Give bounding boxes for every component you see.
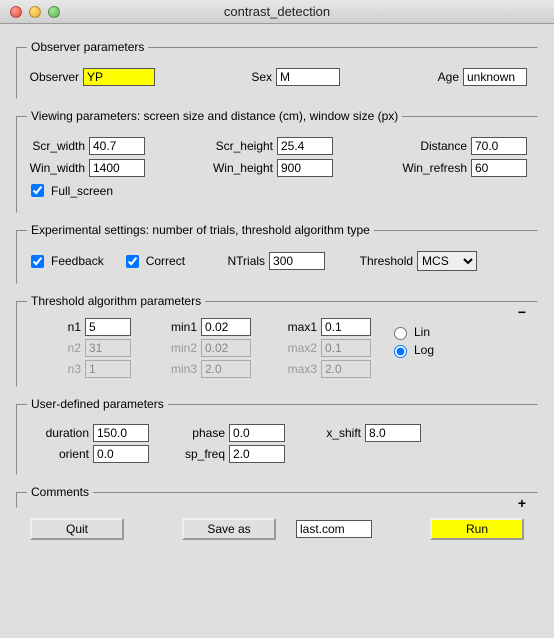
- win-width-label: Win_width: [27, 161, 89, 175]
- feedback-checkbox-input[interactable]: [31, 255, 44, 268]
- thresh-params-legend: Threshold algorithm parameters: [27, 294, 205, 308]
- max3-input: [321, 360, 371, 378]
- feedback-checkbox[interactable]: Feedback: [27, 252, 104, 271]
- min3-input: [201, 360, 251, 378]
- window-body: Observer parameters Observer Sex Age Vie…: [0, 24, 554, 638]
- n3-label: n3: [51, 362, 85, 376]
- min2-input: [201, 339, 251, 357]
- filename-input[interactable]: [296, 520, 372, 538]
- threshold-select[interactable]: MCS: [417, 251, 477, 271]
- distance-label: Distance: [399, 139, 471, 153]
- log-radio-input[interactable]: [394, 345, 407, 358]
- full-screen-checkbox[interactable]: Full_screen: [27, 181, 113, 200]
- xshift-label: x_shift: [315, 426, 365, 440]
- minimize-window-button[interactable]: [29, 6, 41, 18]
- n2-label: n2: [51, 341, 85, 355]
- phase-input[interactable]: [229, 424, 285, 442]
- ntrials-label: NTrials: [221, 254, 269, 268]
- age-input[interactable]: [463, 68, 527, 86]
- viewing-legend: Viewing parameters: screen size and dist…: [27, 109, 402, 123]
- max2-label: max2: [279, 341, 321, 355]
- zoom-window-button[interactable]: [48, 6, 60, 18]
- win-refresh-input[interactable]: [471, 159, 527, 177]
- quit-button[interactable]: Quit: [30, 518, 124, 540]
- win-refresh-label: Win_refresh: [399, 161, 471, 175]
- scr-width-label: Scr_width: [27, 139, 89, 153]
- correct-label: Correct: [146, 254, 185, 268]
- n2-input: [85, 339, 131, 357]
- n1-label: n1: [51, 320, 85, 334]
- max1-label: max1: [279, 320, 321, 334]
- log-radio[interactable]: Log: [389, 342, 434, 358]
- correct-checkbox-input[interactable]: [126, 255, 139, 268]
- duration-input[interactable]: [93, 424, 149, 442]
- scr-width-input[interactable]: [89, 137, 145, 155]
- distance-input[interactable]: [471, 137, 527, 155]
- min1-input[interactable]: [201, 318, 251, 336]
- xshift-input[interactable]: [365, 424, 421, 442]
- titlebar: contrast_detection: [0, 0, 554, 24]
- min1-label: min1: [161, 320, 201, 334]
- n1-input[interactable]: [85, 318, 131, 336]
- sex-label: Sex: [248, 70, 276, 84]
- max2-input: [321, 339, 371, 357]
- comments-legend: Comments: [27, 485, 93, 499]
- win-width-input[interactable]: [89, 159, 145, 177]
- orient-label: orient: [27, 447, 93, 461]
- spfreq-input[interactable]: [229, 445, 285, 463]
- full-screen-checkbox-input[interactable]: [31, 184, 44, 197]
- orient-input[interactable]: [93, 445, 149, 463]
- window-title: contrast_detection: [0, 4, 554, 19]
- min2-label: min2: [161, 341, 201, 355]
- max1-input[interactable]: [321, 318, 371, 336]
- phase-label: phase: [179, 426, 229, 440]
- n3-input: [85, 360, 131, 378]
- comments-toggle[interactable]: +: [515, 497, 529, 511]
- min3-label: min3: [161, 362, 201, 376]
- correct-checkbox[interactable]: Correct: [122, 252, 185, 271]
- lin-radio[interactable]: Lin: [389, 324, 434, 340]
- duration-label: duration: [27, 426, 93, 440]
- age-label: Age: [433, 70, 463, 84]
- experimental-legend: Experimental settings: number of trials,…: [27, 223, 374, 237]
- win-height-label: Win_height: [211, 161, 277, 175]
- close-window-button[interactable]: [10, 6, 22, 18]
- observer-group: Observer parameters Observer Sex Age: [16, 40, 538, 99]
- scr-height-input[interactable]: [277, 137, 333, 155]
- lin-radio-input[interactable]: [394, 327, 407, 340]
- threshold-label: Threshold: [357, 254, 417, 268]
- user-params-group: User-defined parameters duration phase x…: [16, 397, 538, 475]
- observer-input[interactable]: [83, 68, 155, 86]
- scr-height-label: Scr_height: [211, 139, 277, 153]
- thresh-params-toggle[interactable]: −: [515, 306, 529, 320]
- user-params-legend: User-defined parameters: [27, 397, 168, 411]
- thresh-params-group: Threshold algorithm parameters − n1 n2 n…: [16, 294, 538, 387]
- comments-group: Comments +: [16, 485, 538, 508]
- save-as-button[interactable]: Save as: [182, 518, 276, 540]
- win-height-input[interactable]: [277, 159, 333, 177]
- ntrials-input[interactable]: [269, 252, 325, 270]
- max3-label: max3: [279, 362, 321, 376]
- window-controls: [10, 6, 60, 18]
- viewing-group: Viewing parameters: screen size and dist…: [16, 109, 538, 213]
- experimental-group: Experimental settings: number of trials,…: [16, 223, 538, 284]
- spfreq-label: sp_freq: [179, 447, 229, 461]
- feedback-label: Feedback: [51, 254, 104, 268]
- sex-input[interactable]: [276, 68, 340, 86]
- button-row: Quit Save as Run: [30, 518, 524, 540]
- full-screen-label: Full_screen: [51, 184, 113, 198]
- observer-legend: Observer parameters: [27, 40, 148, 54]
- observer-label: Observer: [27, 70, 83, 84]
- run-button[interactable]: Run: [430, 518, 524, 540]
